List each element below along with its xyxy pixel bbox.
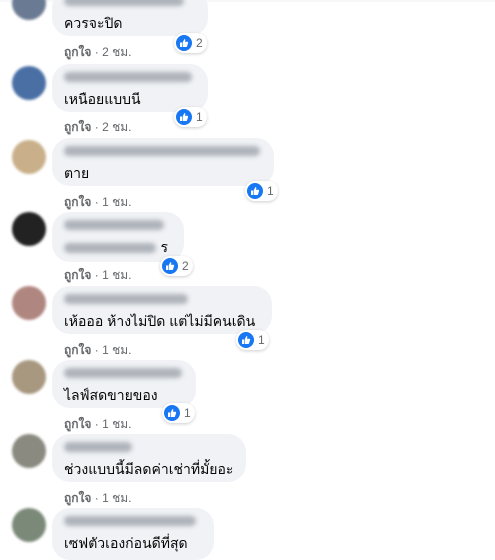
separator: ·: [94, 195, 103, 209]
comment-bubble: ร: [52, 212, 184, 262]
reaction-count[interactable]: 1: [236, 330, 269, 350]
comment-actions: ถูกใจ · 1 ชม.: [64, 341, 132, 360]
like-link[interactable]: ถูกใจ: [64, 417, 91, 431]
like-link[interactable]: ถูกใจ: [64, 268, 91, 282]
thumbs-up-icon: [176, 35, 192, 51]
reaction-count[interactable]: 2: [160, 256, 193, 276]
timestamp[interactable]: 1 ชม.: [102, 268, 131, 282]
reaction-number: 1: [196, 110, 203, 124]
like-link[interactable]: ถูกใจ: [64, 45, 91, 59]
avatar[interactable]: [12, 140, 46, 174]
avatar[interactable]: [12, 212, 46, 246]
comment-bubble: ควรจะปิด: [52, 0, 208, 36]
timestamp[interactable]: 2 ชม.: [102, 45, 131, 59]
commenter-name-redacted[interactable]: [64, 442, 132, 452]
comment-text: เห้อออ ห้างไม่ปิด แต่ไม่มีคนเดิน: [64, 313, 256, 329]
thumbs-up-icon: [238, 332, 254, 348]
reaction-count[interactable]: 2: [174, 33, 207, 53]
timestamp[interactable]: 1 ชม.: [102, 343, 131, 357]
reaction-number: 1: [184, 406, 191, 420]
comment-bubble: ช่วงแบบนี้มีลดค่าเช่าที่มั้ยอะ: [52, 434, 246, 482]
timestamp[interactable]: 2 ชม.: [102, 120, 131, 134]
timestamp[interactable]: 1 ชม.: [102, 417, 131, 431]
reaction-number: 1: [267, 184, 274, 198]
comment-actions: ถูกใจ · 1 ชม.: [64, 489, 132, 508]
thumbs-up-icon: [247, 183, 263, 199]
comment-text: เซฟตัวเองก่อนดีที่สุด: [64, 535, 188, 551]
comment-text: ช่วงแบบนี้มีลดค่าเช่าที่มั้ยอะ: [64, 461, 234, 477]
timestamp[interactable]: 1 ชม.: [102, 491, 131, 505]
comment-text: ควรจะปิด: [64, 15, 123, 31]
separator: ·: [94, 343, 103, 357]
separator: ·: [94, 491, 103, 505]
reaction-count[interactable]: 1: [245, 181, 278, 201]
comment-text: เหนือยแบบนี: [64, 91, 141, 107]
thumbs-up-icon: [162, 258, 178, 274]
comment-actions: ถูกใจ · 1 ชม.: [64, 415, 132, 434]
like-link[interactable]: ถูกใจ: [64, 195, 91, 209]
comment-text: ไลฟ์สดขายของ: [64, 387, 158, 403]
separator: ·: [94, 120, 103, 134]
avatar[interactable]: [12, 66, 46, 100]
commenter-name-redacted[interactable]: [64, 368, 182, 378]
comment-actions: ถูกใจ · 2 ชม.: [64, 43, 132, 62]
separator: ·: [94, 417, 103, 431]
thumbs-up-icon: [176, 109, 192, 125]
comment-actions: ถูกใจ · 1 ชม.: [64, 193, 132, 212]
reaction-number: 2: [196, 36, 203, 50]
avatar[interactable]: [12, 0, 46, 20]
reaction-count[interactable]: 1: [174, 107, 207, 127]
commenter-name-redacted[interactable]: [64, 516, 196, 526]
reaction-count[interactable]: 1: [162, 403, 195, 423]
separator: ·: [94, 45, 103, 59]
comment-text: ร: [160, 239, 168, 255]
like-link[interactable]: ถูกใจ: [64, 343, 91, 357]
commenter-name-redacted[interactable]: [64, 220, 164, 230]
comment-text-redacted: [64, 242, 156, 253]
like-link[interactable]: ถูกใจ: [64, 120, 91, 134]
separator: ·: [94, 268, 103, 282]
avatar[interactable]: [12, 508, 46, 542]
comment-bubble: เห้อออ ห้างไม่ปิด แต่ไม่มีคนเดิน: [52, 286, 272, 334]
commenter-name-redacted[interactable]: [64, 0, 184, 6]
comment-bubble: ไลฟ์สดขายของ: [52, 360, 196, 408]
thumbs-up-icon: [164, 405, 180, 421]
comment-text: ตาย: [64, 165, 90, 181]
reaction-number: 2: [182, 259, 189, 273]
comment-actions: ถูกใจ · 1 ชม.: [64, 266, 132, 285]
reaction-number: 1: [258, 333, 265, 347]
timestamp[interactable]: 1 ชม.: [102, 195, 131, 209]
comment-actions: ถูกใจ · 2 ชม.: [64, 118, 132, 137]
comment-bubble: เซฟตัวเองก่อนดีที่สุด: [52, 508, 214, 560]
avatar[interactable]: [12, 286, 46, 320]
like-link[interactable]: ถูกใจ: [64, 491, 91, 505]
comment-bubble: เหนือยแบบนี: [52, 64, 208, 112]
comment-bubble: ตาย: [52, 138, 274, 186]
commenter-name-redacted[interactable]: [64, 72, 192, 82]
avatar[interactable]: [12, 434, 46, 468]
commenter-name-redacted[interactable]: [64, 294, 188, 304]
commenter-name-redacted[interactable]: [64, 146, 260, 156]
avatar[interactable]: [12, 360, 46, 394]
